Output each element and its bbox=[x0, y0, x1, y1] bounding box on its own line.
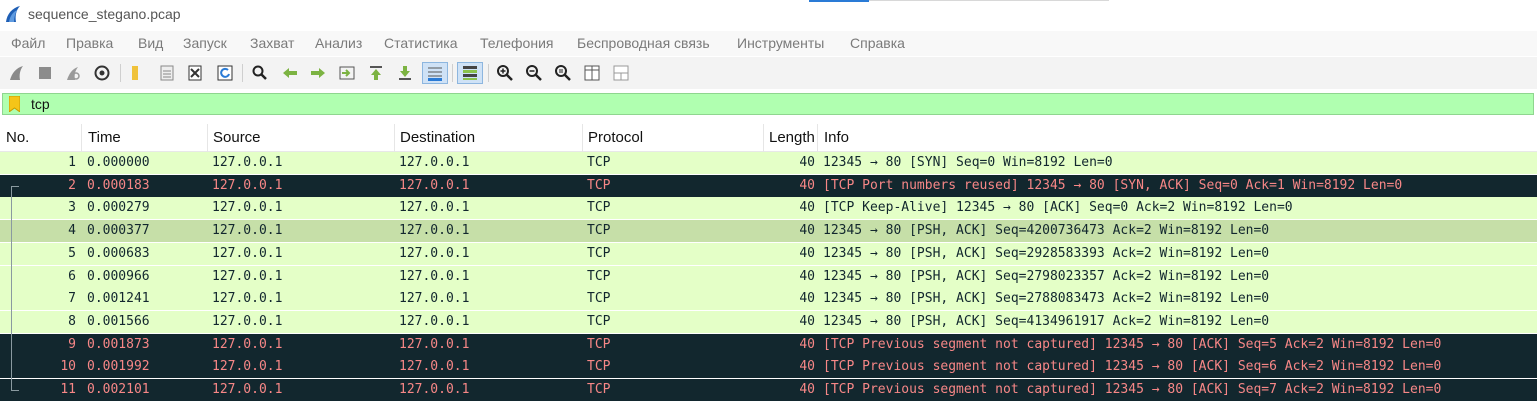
packet-info: 12345 → 80 [SYN] Seq=0 Win=8192 Len=0 bbox=[823, 155, 1113, 170]
packet-length: 40 bbox=[799, 336, 815, 352]
packet-length: 40 bbox=[799, 177, 815, 193]
bookmark-icon[interactable] bbox=[9, 96, 20, 112]
close-file-icon[interactable] bbox=[184, 62, 206, 84]
column-divider[interactable] bbox=[81, 124, 82, 152]
packet-length: 40 bbox=[799, 291, 815, 307]
packet-row[interactable]: 1 0.000000 127.0.0.1 127.0.0.1 TCP 40 12345 → … bbox=[0, 152, 1537, 174]
find-magnifier-icon[interactable] bbox=[249, 62, 271, 84]
packet-info: [TCP Port numbers reused] 12345 → 80 [SY… bbox=[823, 177, 1403, 193]
shark-fin-start-icon[interactable] bbox=[6, 62, 28, 84]
packet-row[interactable]: 11 0.002101 127.0.0.1 127.0.0.1 TCP 40 [TCP Pr… bbox=[0, 379, 1537, 401]
conversation-bracket-start bbox=[11, 185, 19, 187]
packet-length: 40 bbox=[799, 223, 815, 239]
packet-length: 40 bbox=[799, 359, 815, 375]
display-filter-bar: tcp bbox=[0, 92, 1537, 116]
colorize-icon[interactable] bbox=[457, 62, 483, 84]
packet-length: 40 bbox=[799, 200, 815, 216]
packet-length: 40 bbox=[799, 268, 815, 284]
open-folder-icon[interactable] bbox=[126, 62, 148, 84]
column-divider[interactable] bbox=[582, 124, 583, 152]
packet-info: [TCP Previous segment not captured] 1234… bbox=[823, 359, 1442, 375]
display-filter-text[interactable]: tcp bbox=[31, 96, 50, 112]
menu-tools[interactable]: Инструменты bbox=[737, 35, 824, 51]
zoom-out-icon[interactable] bbox=[523, 62, 545, 84]
column-header-protocol[interactable]: Protocol bbox=[588, 129, 643, 146]
packet-info: [TCP Keep-Alive] 12345 → 80 [ACK] Seq=0 … bbox=[823, 200, 1293, 216]
toolbar-separator bbox=[120, 64, 121, 82]
packet-length: 40 bbox=[799, 245, 815, 261]
packet-info: [TCP Previous segment not captured] 1234… bbox=[823, 382, 1442, 397]
packet-row[interactable]: 7 0.001241 127.0.0.1 127.0.0.1 TCP 40 12345 → … bbox=[0, 288, 1537, 311]
menu-wireless[interactable]: Беспроводная связь bbox=[577, 35, 710, 51]
zoom-normal-icon[interactable] bbox=[552, 62, 574, 84]
packet-row[interactable]: 6 0.000966 127.0.0.1 127.0.0.1 TCP 40 12345 → … bbox=[0, 265, 1537, 288]
packet-row[interactable]: 3 0.000279 127.0.0.1 127.0.0.1 TCP 40 [TCP Kee… bbox=[0, 197, 1537, 220]
conversation-bracket-line bbox=[11, 185, 12, 390]
packet-row[interactable]: 4 0.000377 127.0.0.1 127.0.0.1 TCP 40 12345 → … bbox=[0, 220, 1537, 243]
menu-view[interactable]: Вид bbox=[138, 35, 163, 51]
column-header-no[interactable]: No. bbox=[6, 129, 29, 146]
packet-info: 12345 → 80 [PSH, ACK] Seq=4200736473 Ack… bbox=[823, 223, 1270, 239]
column-divider[interactable] bbox=[394, 124, 395, 152]
go-last-icon[interactable] bbox=[394, 62, 416, 84]
packet-length: 40 bbox=[799, 313, 815, 329]
zoom-in-icon[interactable] bbox=[494, 62, 516, 84]
column-divider[interactable] bbox=[817, 124, 818, 152]
wireshark-fin-icon bbox=[6, 6, 20, 22]
packet-info: 12345 → 80 [PSH, ACK] Seq=4134961917 Ack… bbox=[823, 313, 1270, 329]
menu-capture-start[interactable]: Запуск bbox=[183, 35, 227, 51]
title-bar: sequence_stegano.pcap bbox=[0, 0, 1537, 30]
column-divider[interactable] bbox=[207, 124, 208, 152]
menu-telephony[interactable]: Телефония bbox=[480, 35, 553, 51]
column-header-length[interactable]: Length bbox=[769, 129, 816, 146]
column-header-destination[interactable]: Destination bbox=[400, 129, 475, 146]
menu-statistics[interactable]: Статистика bbox=[384, 35, 458, 51]
go-back-arrow-icon[interactable] bbox=[279, 62, 301, 84]
menu-edit[interactable]: Правка bbox=[66, 35, 113, 51]
title-accent-line bbox=[869, 0, 1109, 1]
packet-row[interactable]: 9 0.001873 127.0.0.1 127.0.0.1 TCP 40 [TCP Pre… bbox=[0, 333, 1537, 356]
title-accent-bar bbox=[809, 0, 869, 2]
packet-info: 12345 → 80 [PSH, ACK] Seq=2928583393 Ack… bbox=[823, 245, 1270, 261]
layout-icon[interactable] bbox=[610, 62, 632, 84]
window-title: sequence_stegano.pcap bbox=[28, 6, 181, 22]
autoscroll-icon[interactable] bbox=[422, 62, 448, 84]
packet-row[interactable]: 5 0.000683 127.0.0.1 127.0.0.1 TCP 40 12345 → … bbox=[0, 242, 1537, 265]
packet-row[interactable]: 8 0.001566 127.0.0.1 127.0.0.1 TCP 40 12345 → … bbox=[0, 310, 1537, 333]
packet-info: 12345 → 80 [PSH, ACK] Seq=2788083473 Ack… bbox=[823, 291, 1270, 307]
packet-info: 12345 → 80 [PSH, ACK] Seq=2798023357 Ack… bbox=[823, 268, 1270, 284]
save-file-icon[interactable] bbox=[156, 62, 178, 84]
column-divider[interactable] bbox=[763, 124, 764, 152]
resize-columns-icon[interactable] bbox=[581, 62, 603, 84]
menu-help[interactable]: Справка bbox=[850, 35, 905, 51]
packet-row[interactable]: 2 0.000183 127.0.0.1 127.0.0.1 TCP 40 [TCP Por… bbox=[0, 174, 1537, 197]
display-filter-input[interactable]: tcp bbox=[2, 93, 1534, 115]
main-toolbar bbox=[0, 57, 1537, 89]
go-to-packet-icon[interactable] bbox=[336, 62, 358, 84]
reload-icon[interactable] bbox=[214, 62, 236, 84]
go-forward-arrow-icon[interactable] bbox=[307, 62, 329, 84]
conversation-bracket-end bbox=[11, 390, 19, 391]
toolbar-separator bbox=[452, 64, 453, 82]
packet-info: [TCP Previous segment not captured] 1234… bbox=[823, 336, 1442, 352]
packet-length: 40 bbox=[799, 155, 815, 170]
stop-square-icon[interactable] bbox=[34, 62, 56, 84]
packet-row[interactable]: 10 0.001992 127.0.0.1 127.0.0.1 TCP 40 [TCP Pr… bbox=[0, 356, 1537, 379]
restart-fin-icon[interactable] bbox=[62, 62, 84, 84]
packet-length: 40 bbox=[799, 382, 815, 397]
menu-analyze[interactable]: Анализ bbox=[315, 35, 362, 51]
column-header-info[interactable]: Info bbox=[824, 129, 849, 146]
toolbar-separator bbox=[488, 64, 489, 82]
toolbar-separator bbox=[242, 64, 243, 82]
menu-capture[interactable]: Захват bbox=[250, 35, 294, 51]
menu-file[interactable]: Файл bbox=[11, 35, 45, 51]
column-header-source[interactable]: Source bbox=[213, 129, 261, 146]
menu-bar: Файл Правка Вид Запуск Захват Анализ Ста… bbox=[0, 31, 1537, 56]
go-first-icon[interactable] bbox=[365, 62, 387, 84]
capture-options-gear-icon[interactable] bbox=[91, 62, 113, 84]
packet-list-header: No. Time Source Destination Protocol Len… bbox=[0, 124, 1537, 152]
column-header-time[interactable]: Time bbox=[88, 129, 121, 146]
